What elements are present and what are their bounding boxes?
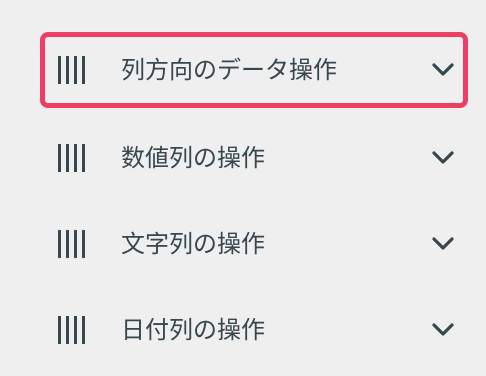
columns-icon xyxy=(58,316,85,344)
chevron-down-icon[interactable] xyxy=(432,63,454,77)
operations-menu: 列方向のデータ操作 数値列の操作 文字列の操作 日付列の操作 xyxy=(0,0,486,376)
menu-item-column-data-operations[interactable]: 列方向のデータ操作 xyxy=(40,32,468,108)
chevron-down-icon[interactable] xyxy=(432,151,454,165)
menu-item-label: 数値列の操作 xyxy=(121,144,265,172)
menu-item-label: 文字列の操作 xyxy=(121,230,265,258)
chevron-down-icon[interactable] xyxy=(432,323,454,337)
menu-item-string-column-operations[interactable]: 文字列の操作 xyxy=(40,206,468,282)
menu-item-label: 日付列の操作 xyxy=(121,316,265,344)
menu-item-label: 列方向のデータ操作 xyxy=(121,56,337,84)
columns-icon xyxy=(58,56,85,84)
chevron-down-icon[interactable] xyxy=(432,237,454,251)
columns-icon xyxy=(58,144,85,172)
menu-item-numeric-column-operations[interactable]: 数値列の操作 xyxy=(40,120,468,196)
menu-item-date-column-operations[interactable]: 日付列の操作 xyxy=(40,292,468,368)
columns-icon xyxy=(58,230,85,258)
